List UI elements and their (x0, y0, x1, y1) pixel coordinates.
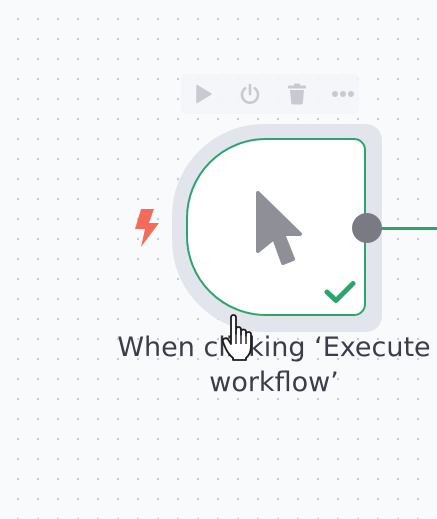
workflow-canvas[interactable]: When clicking ‘Execute workflow’ (0, 0, 437, 519)
output-handle[interactable] (352, 213, 382, 243)
execute-node-button[interactable] (190, 82, 216, 106)
node-label-line2: workflow’ (209, 367, 339, 398)
play-icon (196, 84, 212, 104)
node-toolbar (181, 74, 359, 114)
lightning-bolt-icon (135, 209, 159, 247)
mouse-pointer-icon (256, 191, 302, 265)
more-options-button[interactable] (330, 82, 356, 106)
trash-icon (288, 83, 306, 105)
deactivate-node-button[interactable] (237, 82, 263, 106)
delete-node-button[interactable] (284, 82, 310, 106)
node-label: When clicking ‘Execute workflow’ (110, 330, 437, 400)
power-icon (240, 83, 260, 104)
more-dots-icon (332, 91, 354, 97)
manual-trigger-node[interactable] (186, 138, 366, 316)
node-label-line1: When clicking ‘Execute (117, 332, 431, 363)
checkmark-icon (324, 281, 356, 303)
